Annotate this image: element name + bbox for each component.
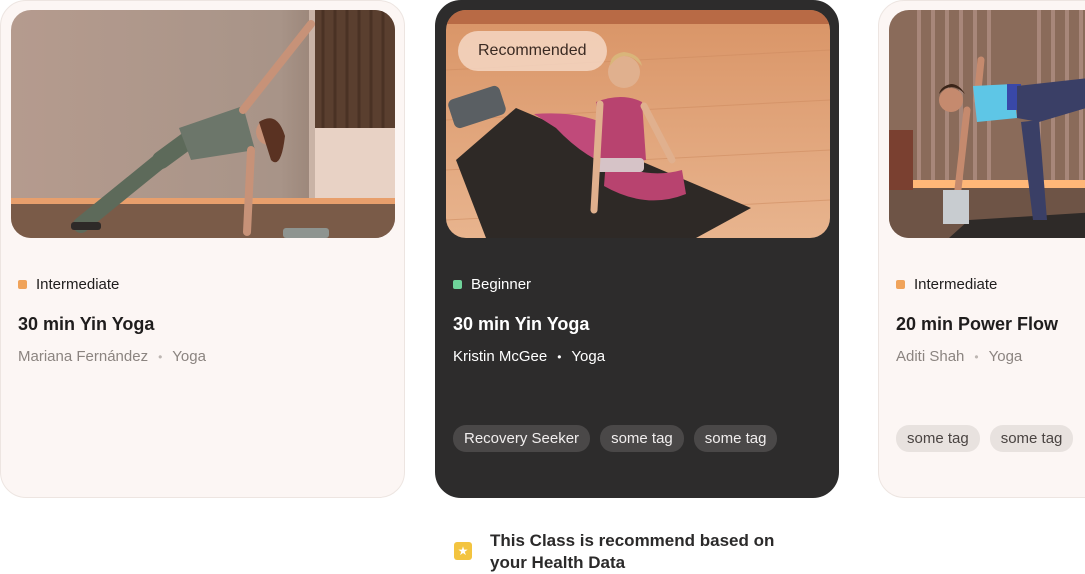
instructor-name: Kristin McGee [453,348,548,365]
recommended-badge: Recommended [458,31,607,71]
recommendation-text: This Class is recommend based on your He… [490,531,775,572]
tag-chip[interactable]: some tag [896,425,980,452]
level-indicator-dot [18,280,27,289]
tag-chip[interactable]: some tag [600,425,684,452]
difficulty-level: Intermediate [896,276,997,293]
level-indicator-dot [896,280,905,289]
star-icon: ★ [454,542,472,560]
recommendation-note: ★ This Class is recommend based on your … [454,530,800,574]
difficulty-level: Intermediate [18,276,119,293]
class-category: Yoga [172,348,206,365]
level-label: Intermediate [36,276,120,293]
class-title: 30 min Yin Yoga [18,314,155,334]
level-indicator-dot [453,280,462,289]
level-label: Intermediate [914,276,998,293]
class-meta: Kristin McGee • Yoga [453,348,605,365]
tag-chip[interactable]: Recovery Seeker [453,425,591,452]
class-meta: Aditi Shah • Yoga [896,348,1022,365]
half-moon-pose-photo [889,10,1085,238]
class-category: Yoga [988,348,1023,365]
tag-list: Recovery Seeker some tag some tag [453,425,778,452]
class-card[interactable]: Intermediate 30 min Yin Yoga Mariana Fer… [0,0,405,498]
level-label: Beginner [471,276,532,293]
class-title: 30 min Yin Yoga [453,314,590,334]
meta-separator: • [557,349,562,364]
yoga-side-plank-photo [11,10,395,238]
class-thumbnail: Recommended [446,10,830,238]
class-thumbnail [889,10,1085,238]
instructor-name: Mariana Fernández [18,348,149,365]
meta-separator: • [974,349,979,364]
class-card[interactable]: Intermediate 20 min Power Flow Aditi Sha… [878,0,1085,498]
class-meta: Mariana Fernández • Yoga [18,348,206,365]
class-title: 20 min Power Flow [896,314,1059,334]
class-card-recommended[interactable]: Recommended Beginner 30 min Yin Yoga Kri… [435,0,839,498]
difficulty-level: Beginner [453,276,531,293]
class-thumbnail [11,10,395,238]
tag-list: some tag some tag [896,425,1074,452]
instructor-name: Aditi Shah [896,348,965,365]
tag-chip[interactable]: some tag [989,425,1074,452]
meta-separator: • [158,349,163,364]
class-category: Yoga [571,348,606,365]
tag-chip[interactable]: some tag [693,425,778,452]
